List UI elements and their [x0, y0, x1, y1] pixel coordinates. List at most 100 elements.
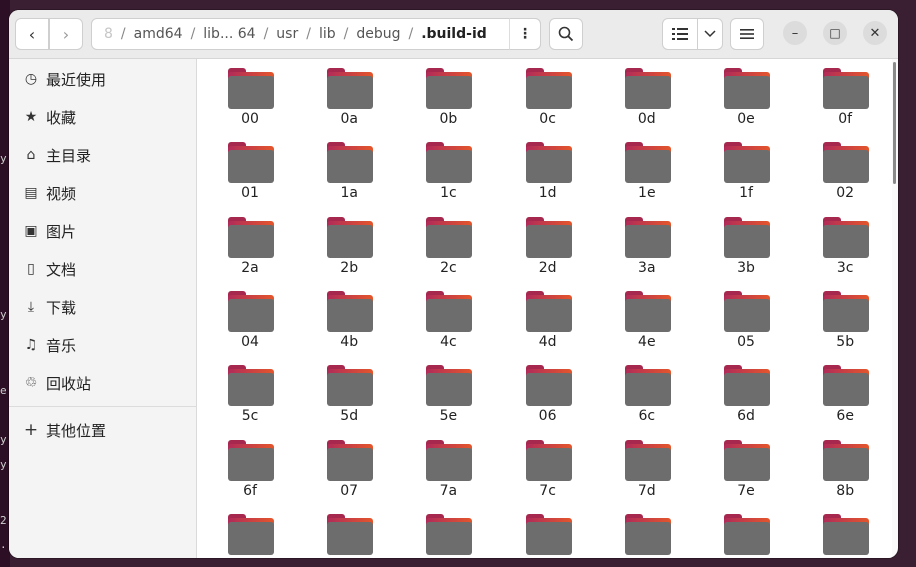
- folder-item[interactable]: 7d: [599, 437, 695, 509]
- folder-icon: [823, 139, 870, 184]
- folder-item[interactable]: 0d: [599, 65, 695, 137]
- folder-item[interactable]: 1c: [400, 139, 496, 211]
- folder-item[interactable]: 0e: [698, 65, 794, 137]
- folder-item[interactable]: 6d: [698, 362, 794, 434]
- folder-item[interactable]: 1e: [599, 139, 695, 211]
- folder-item[interactable]: 0f: [797, 65, 893, 137]
- folder-item[interactable]: 06: [500, 362, 596, 434]
- folder-item[interactable]: 3c: [797, 214, 893, 286]
- folder-icon: [327, 288, 374, 332]
- close-icon: ✕: [869, 25, 881, 41]
- folder-item[interactable]: 5b: [797, 288, 893, 360]
- folder-item[interactable]: 7c: [500, 437, 596, 509]
- path-crumb[interactable]: usr: [272, 26, 302, 42]
- path-crumb[interactable]: amd64: [130, 26, 187, 42]
- folder-item[interactable]: 07: [301, 437, 397, 509]
- folder-item[interactable]: 2a: [202, 214, 298, 286]
- folder-item[interactable]: 1d: [500, 139, 596, 211]
- folder-item[interactable]: 2c: [400, 214, 496, 286]
- folder-item[interactable]: [599, 511, 695, 558]
- path-menu-button[interactable]: ⋮: [509, 18, 541, 50]
- folder-item[interactable]: 4e: [599, 288, 695, 360]
- sidebar-item-home[interactable]: ⌂ 主目录: [9, 137, 196, 173]
- minimize-icon: –: [791, 25, 799, 41]
- back-button[interactable]: ‹: [15, 18, 49, 50]
- path-separator: /: [343, 26, 349, 42]
- folder-label: 6d: [737, 408, 755, 425]
- view-options-dropdown[interactable]: [697, 18, 723, 50]
- main-menu-button[interactable]: [730, 18, 764, 50]
- folder-item[interactable]: 0b: [400, 65, 496, 137]
- path-crumb-current[interactable]: .build-id: [417, 26, 491, 42]
- folder-icon: [823, 288, 870, 332]
- sidebar-item-music[interactable]: ♫ 音乐: [9, 327, 196, 363]
- folder-item[interactable]: 2b: [301, 214, 397, 286]
- folder-item[interactable]: [500, 511, 596, 558]
- folder-icon: [525, 288, 572, 332]
- path-separator: /: [190, 26, 196, 42]
- folder-item[interactable]: 5c: [202, 362, 298, 434]
- folder-item[interactable]: 7e: [698, 437, 794, 509]
- folder-item[interactable]: 8b: [797, 437, 893, 509]
- sidebar-item-documents[interactable]: ▯ 文档: [9, 251, 196, 287]
- folder-item[interactable]: 6f: [202, 437, 298, 509]
- folder-item[interactable]: 2d: [500, 214, 596, 286]
- folder-item[interactable]: 02: [797, 139, 893, 211]
- path-crumb[interactable]: 8: [100, 26, 117, 42]
- folder-item[interactable]: [301, 511, 397, 558]
- folder-label: 0d: [637, 111, 656, 127]
- folder-item[interactable]: 5d: [301, 362, 397, 434]
- folder-label: 7e: [737, 482, 755, 499]
- sidebar-item-downloads[interactable]: ⤓ 下载: [9, 289, 196, 325]
- folder-item[interactable]: 4d: [500, 288, 596, 360]
- folder-item[interactable]: 04: [202, 288, 298, 360]
- search-button[interactable]: [549, 18, 583, 50]
- path-crumb[interactable]: lib: [315, 26, 340, 42]
- folder-item[interactable]: 00: [202, 65, 298, 137]
- sidebar-item-trash[interactable]: ♲ 回收站: [9, 365, 196, 401]
- path-separator: /: [306, 26, 311, 42]
- folder-label: 5d: [340, 408, 359, 425]
- folder-item[interactable]: 01: [202, 139, 298, 211]
- folder-item[interactable]: [202, 511, 298, 558]
- folder-item[interactable]: [400, 511, 496, 558]
- sidebar-item-pictures[interactable]: ▣ 图片: [9, 213, 196, 249]
- folder-label: 02: [836, 185, 855, 202]
- sidebar-item-videos[interactable]: ▤ 视频: [9, 175, 196, 211]
- folder-item[interactable]: 05: [698, 288, 794, 360]
- folder-icon: [327, 139, 374, 184]
- folder-item[interactable]: 3a: [599, 214, 695, 286]
- folder-item[interactable]: 1a: [301, 139, 397, 211]
- sidebar-item-starred[interactable]: ★ 收藏: [9, 99, 196, 135]
- minimize-button[interactable]: –: [783, 21, 807, 45]
- view-list-button[interactable]: [662, 18, 698, 50]
- folder-item[interactable]: 0c: [500, 65, 596, 137]
- folder-item[interactable]: [698, 511, 794, 558]
- download-icon: ⤓: [27, 299, 35, 315]
- folder-item[interactable]: [797, 511, 893, 558]
- folder-item[interactable]: 7a: [400, 437, 496, 509]
- sidebar-item-other-locations[interactable]: + 其他位置: [9, 412, 196, 448]
- folder-item[interactable]: 6e: [797, 362, 893, 434]
- path-crumb[interactable]: lib... 64: [199, 26, 259, 42]
- folder-item[interactable]: 6c: [599, 362, 695, 434]
- folder-item[interactable]: 0a: [301, 65, 397, 137]
- folder-label: 2a: [241, 259, 259, 276]
- folder-icon: [624, 437, 671, 481]
- path-crumb[interactable]: debug: [352, 26, 404, 42]
- folder-label: 1c: [440, 185, 457, 202]
- close-button[interactable]: ✕: [863, 21, 887, 45]
- folder-item[interactable]: 3b: [698, 214, 794, 286]
- scrollbar[interactable]: [893, 62, 896, 184]
- folder-item[interactable]: 4b: [301, 288, 397, 360]
- folder-icon: [724, 139, 770, 184]
- sidebar-item-recent[interactable]: ◷ 最近使用: [9, 61, 196, 97]
- folder-item[interactable]: 5e: [400, 362, 496, 434]
- maximize-button[interactable]: □: [823, 21, 847, 45]
- folder-item[interactable]: 1f: [698, 139, 794, 211]
- folder-icon: [823, 362, 870, 407]
- folder-item[interactable]: 4c: [400, 288, 496, 360]
- folder-icon: [724, 437, 770, 481]
- forward-button[interactable]: ›: [49, 18, 83, 50]
- chevron-left-icon: ‹: [28, 24, 36, 44]
